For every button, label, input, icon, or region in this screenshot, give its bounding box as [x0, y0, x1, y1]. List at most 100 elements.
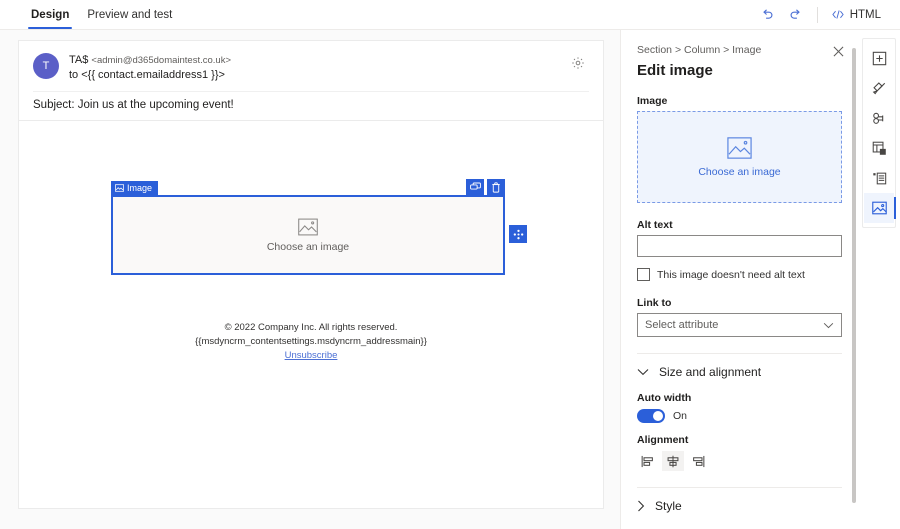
auto-width-state: On	[673, 410, 687, 422]
image-block-toolbar	[466, 179, 505, 195]
image-block-selection[interactable]: Choose an image	[111, 195, 505, 275]
properties-panel: Section > Column > Image Edit image Imag…	[620, 30, 858, 529]
no-alt-text-checkbox-row[interactable]: This image doesn't need alt text	[637, 268, 842, 281]
chevron-down-icon	[823, 316, 834, 334]
spacer-alt	[637, 203, 842, 219]
trash-icon	[491, 182, 501, 193]
tab-design-label: Design	[31, 9, 69, 21]
brush-theme-icon	[872, 81, 887, 96]
email-designer-app: Design Preview and test	[0, 0, 900, 529]
duplicate-icon	[470, 182, 481, 192]
auto-width-toggle[interactable]	[637, 409, 665, 423]
image-placeholder-icon	[727, 137, 752, 159]
top-bar-actions: HTML	[755, 0, 900, 30]
no-alt-text-label: This image doesn't need alt text	[657, 269, 805, 281]
image-dropzone[interactable]: Choose an image	[637, 111, 842, 203]
footer-address-token: {{msdyncrm_contentsettings.msdyncrm_addr…	[19, 335, 603, 349]
redo-arrow-icon	[788, 7, 803, 22]
tab-preview-and-test[interactable]: Preview and test	[78, 0, 181, 30]
layout-template-button[interactable]	[864, 133, 894, 163]
tool-rail	[862, 38, 896, 228]
undo-arrow-icon	[760, 7, 775, 22]
html-button-label: HTML	[850, 9, 881, 21]
link-to-label: Link to	[637, 297, 842, 309]
tab-design[interactable]: Design	[22, 0, 78, 30]
image-block-caption: Choose an image	[267, 241, 349, 253]
breadcrumb[interactable]: Section > Column > Image	[637, 44, 842, 56]
spacer-top	[637, 79, 842, 95]
close-icon	[833, 46, 844, 57]
design-canvas[interactable]: T TA$ <admin@d365domaintest.co.uk> to <{…	[0, 30, 620, 529]
delete-block-button[interactable]	[487, 179, 505, 195]
avatar-initial: T	[43, 60, 50, 72]
unsubscribe-link[interactable]: Unsubscribe	[285, 350, 338, 361]
alt-text-input[interactable]	[637, 235, 842, 257]
top-bar: Design Preview and test	[0, 0, 900, 30]
align-center-icon	[666, 455, 680, 468]
layout-template-icon	[872, 141, 887, 156]
image-block-tag-label: Image	[127, 183, 152, 193]
alignment-button-group	[637, 451, 842, 471]
style-section-header[interactable]: Style	[637, 488, 842, 513]
from-line: TA$ <admin@d365domaintest.co.uk>	[69, 53, 231, 68]
panel-body: Image Choose an image Alt text This imag…	[621, 79, 858, 513]
style-section-title: Style	[655, 499, 682, 513]
gear-icon	[571, 56, 585, 70]
link-to-value: Select attribute	[645, 319, 718, 331]
panel-header: Section > Column > Image Edit image	[621, 30, 858, 79]
duplicate-block-button[interactable]	[466, 179, 484, 195]
tab-bar: Design Preview and test	[0, 0, 181, 30]
from-address: <admin@d365domaintest.co.uk>	[91, 55, 231, 66]
image-library-button[interactable]	[864, 193, 894, 223]
panel-scrollbar[interactable]	[852, 48, 856, 503]
image-library-icon	[872, 201, 887, 215]
shapes-connector-button[interactable]	[864, 103, 894, 133]
close-panel-button[interactable]	[828, 41, 848, 61]
code-brackets-icon	[831, 8, 845, 21]
image-block-tag: Image	[111, 181, 158, 195]
align-right-button[interactable]	[687, 451, 709, 471]
footer-copyright: © 2022 Company Inc. All rights reserved.	[19, 321, 603, 335]
align-left-button[interactable]	[637, 451, 659, 471]
avatar: T	[33, 53, 59, 79]
chevron-down-icon	[637, 368, 649, 376]
to-line: to <{{ contact.emailaddress1 }}>	[69, 68, 231, 83]
content-list-button[interactable]	[864, 163, 894, 193]
align-center-button[interactable]	[662, 451, 684, 471]
image-block-wrapper: Image	[111, 195, 505, 275]
undo-button[interactable]	[755, 3, 781, 27]
email-settings-button[interactable]	[567, 52, 589, 74]
email-body: Image	[19, 121, 603, 501]
redo-button[interactable]	[783, 3, 809, 27]
subject-line: Subject: Join us at the upcoming event!	[19, 92, 603, 120]
image-placeholder-icon	[298, 218, 318, 236]
alt-text-label: Alt text	[637, 219, 842, 231]
from-name: TA$	[69, 54, 88, 66]
auto-width-toggle-row: On	[637, 409, 842, 423]
tab-preview-label: Preview and test	[87, 9, 172, 21]
sender-block: TA$ <admin@d365domaintest.co.uk> to <{{ …	[69, 52, 231, 83]
size-and-alignment-section-header[interactable]: Size and alignment	[637, 354, 842, 379]
align-right-icon	[691, 455, 705, 468]
link-to-select[interactable]: Select attribute	[637, 313, 842, 337]
add-element-button[interactable]	[864, 43, 894, 73]
size-and-alignment-title: Size and alignment	[659, 365, 761, 379]
unsubscribe-link-wrap: Unsubscribe	[19, 349, 603, 363]
move-block-handle[interactable]	[509, 225, 527, 243]
html-source-button[interactable]: HTML	[826, 5, 886, 24]
email-footer: © 2022 Company Inc. All rights reserved.…	[19, 321, 603, 363]
align-left-icon	[641, 455, 655, 468]
image-block-placeholder[interactable]: Choose an image	[115, 199, 501, 271]
no-alt-text-checkbox[interactable]	[637, 268, 650, 281]
page-title: Edit image	[637, 62, 842, 79]
add-element-icon	[872, 51, 887, 66]
chevron-right-icon	[637, 500, 645, 512]
content-list-icon	[872, 171, 887, 186]
theme-brush-button[interactable]	[864, 73, 894, 103]
email-header: T TA$ <admin@d365domaintest.co.uk> to <{…	[19, 41, 603, 83]
auto-width-label: Auto width	[637, 392, 842, 404]
email-preview-card: T TA$ <admin@d365domaintest.co.uk> to <{…	[18, 40, 604, 509]
connector-shapes-icon	[872, 111, 887, 126]
spacer-link	[637, 281, 842, 297]
toggle-knob	[653, 411, 663, 421]
